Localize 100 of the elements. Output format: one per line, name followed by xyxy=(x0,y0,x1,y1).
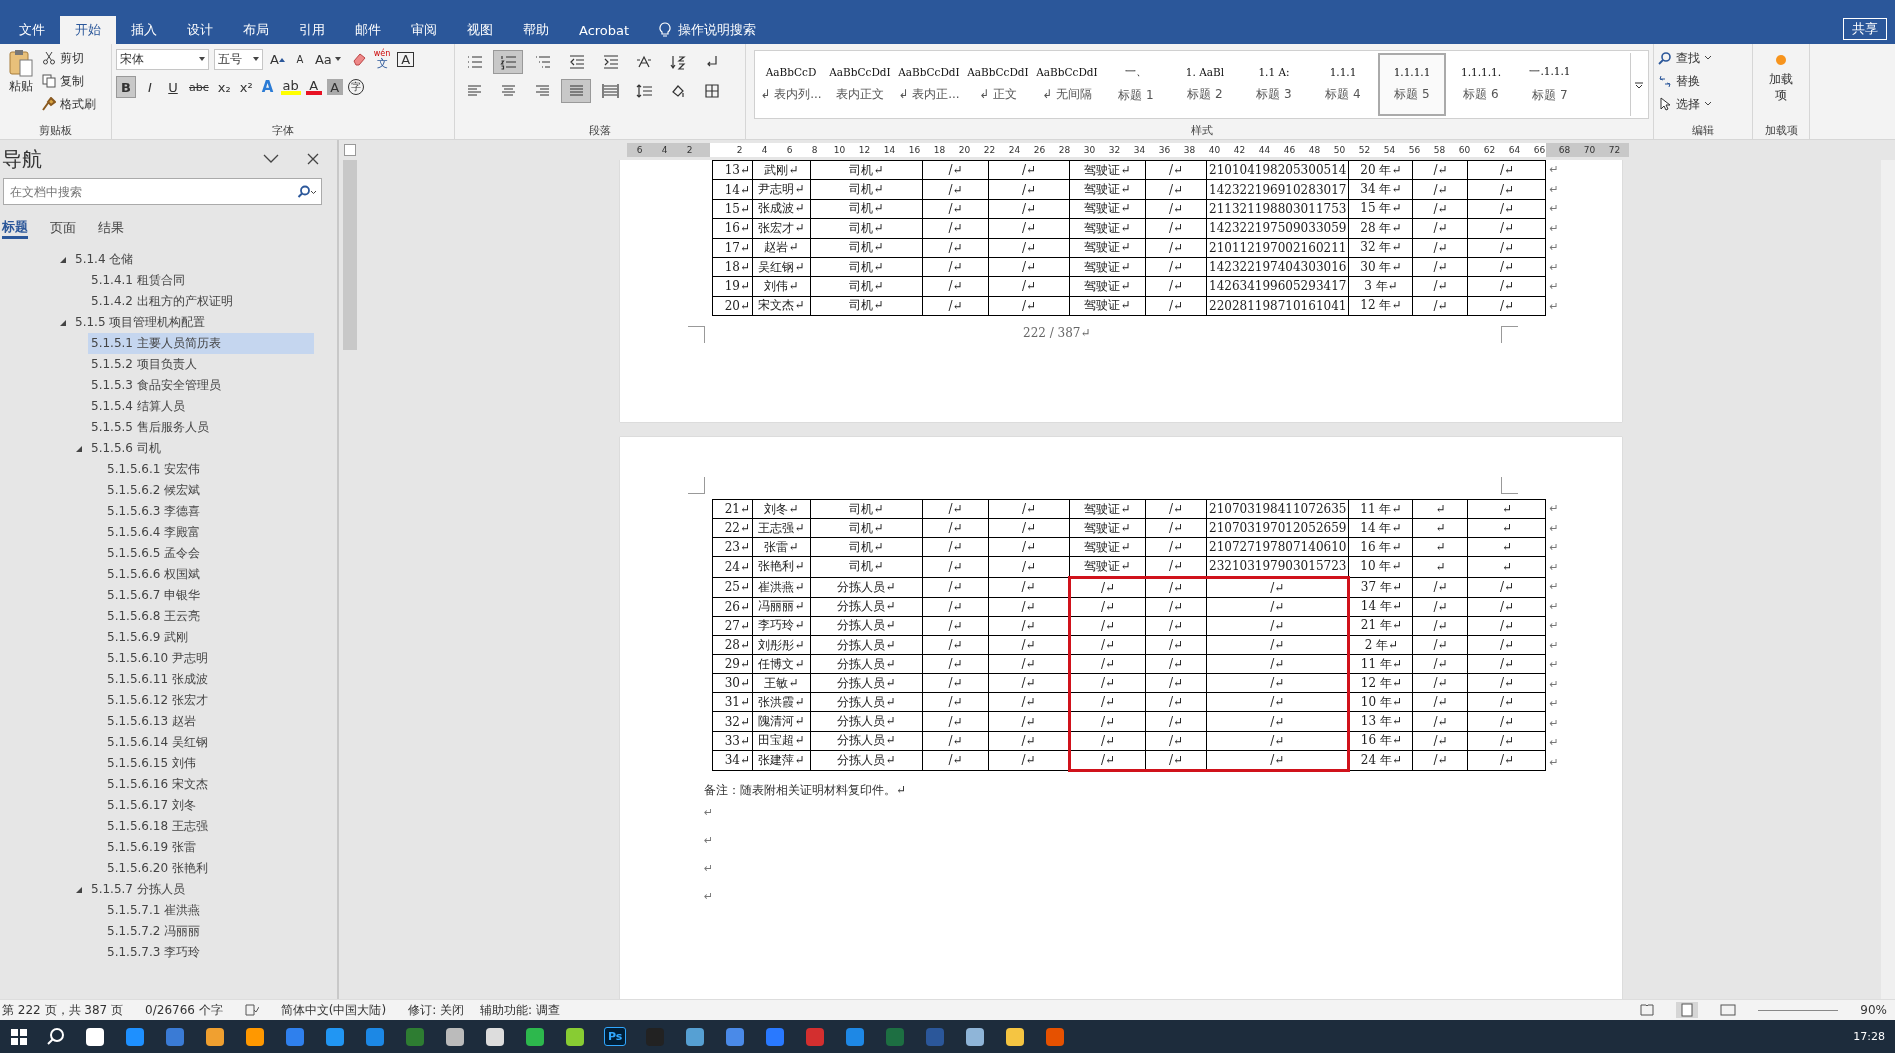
gallery-more-button[interactable] xyxy=(1630,53,1646,116)
heading-item[interactable]: 5.1.5.6.14 吴红钢 xyxy=(104,732,211,753)
heading-item[interactable]: 5.1.5.6.7 申银华 xyxy=(104,585,204,606)
ribbon-tab[interactable]: 邮件 xyxy=(340,16,396,44)
ribbon-tab[interactable]: Acrobat xyxy=(564,16,645,44)
app-tile-icon[interactable] xyxy=(644,1025,667,1048)
heading-item[interactable]: 5.1.5.4 结算人员 xyxy=(88,396,188,417)
style-item[interactable]: AaBbCcD ↲ 表内列... xyxy=(757,53,825,116)
app-tile-icon[interactable] xyxy=(484,1025,506,1048)
close-icon[interactable] xyxy=(307,153,319,165)
app-tile-icon[interactable] xyxy=(404,1025,426,1048)
heading-item[interactable]: 5.1.5.6.12 张宏才 xyxy=(104,690,211,711)
app-tile-icon[interactable] xyxy=(444,1025,466,1048)
heading-item[interactable]: 5.1.5.6.4 李殿富 xyxy=(104,522,204,543)
app-tile-icon[interactable] xyxy=(564,1025,586,1048)
word-count[interactable]: 0/26766 个字 xyxy=(145,1001,223,1019)
app-tile-icon[interactable] xyxy=(244,1025,266,1048)
character-shading-button[interactable]: A xyxy=(326,79,343,95)
app-tile-icon[interactable] xyxy=(204,1025,226,1048)
app-tile-icon[interactable] xyxy=(964,1025,987,1048)
highlight-button[interactable]: ab xyxy=(280,79,301,95)
format-button[interactable]: abc xyxy=(187,76,211,98)
heading-item[interactable]: 5.1.5.7 分拣人员 xyxy=(88,879,188,900)
style-item[interactable]: AaBbCcDdI ↲ 表内正... xyxy=(895,53,963,116)
style-item[interactable]: AaBbCcDdI ↲ 正文 xyxy=(964,53,1032,116)
read-mode-icon[interactable] xyxy=(1640,1004,1655,1016)
heading-item[interactable]: 5.1.5.6.13 赵岩 xyxy=(104,711,199,732)
ribbon-tab[interactable]: 引用 xyxy=(284,16,340,44)
chevron-down-icon[interactable] xyxy=(263,154,279,164)
pane-tab[interactable]: 标题 xyxy=(2,217,28,239)
format-painter-button[interactable]: 格式刷 xyxy=(42,94,96,114)
ribbon-tab[interactable]: 视图 xyxy=(452,16,508,44)
style-item[interactable]: 1.1 A: 标题 3 xyxy=(1240,53,1308,116)
heading-item[interactable]: 5.1.5.5 售后服务人员 xyxy=(88,417,212,438)
pane-tab[interactable]: 结果 xyxy=(98,217,124,239)
heading-item[interactable]: 5.1.5.6.16 宋文杰 xyxy=(104,774,211,795)
heading-item[interactable]: 5.1.5.7.3 李巧玲 xyxy=(104,942,204,963)
select-button[interactable]: 选择 xyxy=(1658,94,1748,114)
share-button[interactable]: 共享 xyxy=(1843,18,1887,40)
heading-item[interactable]: 5.1.5.6.8 王云亮 xyxy=(104,606,204,627)
heading-item[interactable]: 5.1.5.6 司机 xyxy=(88,438,164,459)
track-changes-status[interactable]: 修订: 关闭 xyxy=(408,1001,464,1019)
app-tile-icon[interactable] xyxy=(684,1025,707,1048)
ribbon-tab[interactable]: 文件 xyxy=(4,16,60,44)
heading-item[interactable]: 5.1.4 仓储 xyxy=(72,249,137,270)
style-item[interactable]: AaBbCcDdI 表内正文 xyxy=(826,53,894,116)
format-button[interactable]: U xyxy=(164,76,182,98)
app-tile-icon[interactable] xyxy=(1044,1025,1067,1048)
heading-item[interactable]: 5.1.5.6.17 刘冬 xyxy=(104,795,199,816)
app-tile-icon[interactable] xyxy=(764,1025,787,1048)
app-tile-icon[interactable] xyxy=(364,1025,386,1048)
style-item[interactable]: 1.1.1.1. 标题 6 xyxy=(1447,53,1515,116)
replace-button[interactable]: 替换 xyxy=(1658,71,1748,91)
app-tile-icon[interactable] xyxy=(924,1025,947,1048)
heading-item[interactable]: 5.1.5.7.1 崔洪燕 xyxy=(104,900,204,921)
format-button[interactable]: x₂ xyxy=(215,76,233,98)
style-item[interactable]: 一、 标题 1 xyxy=(1102,53,1170,116)
search-input[interactable]: 在文档中搜索 xyxy=(8,183,297,200)
copy-button[interactable]: 复制 xyxy=(42,71,96,91)
style-item[interactable]: 1.1.1.1 标题 5 xyxy=(1378,53,1446,116)
font-size-dropdown[interactable]: 五号 xyxy=(214,48,263,70)
heading-item[interactable]: 5.1.5.6.6 权国斌 xyxy=(104,564,204,585)
language-indicator[interactable]: 简体中文(中国大陆) xyxy=(280,1001,387,1019)
heading-item[interactable]: 5.1.5.6.10 尹志明 xyxy=(104,648,211,669)
heading-item[interactable]: 5.1.4.1 租赁合同 xyxy=(88,270,188,291)
paste-button[interactable]: 粘贴 xyxy=(4,48,38,123)
app-tile-icon[interactable] xyxy=(84,1025,106,1048)
ribbon-tab[interactable]: 设计 xyxy=(172,16,228,44)
style-item[interactable]: 一.1.1.1 标题 7 xyxy=(1516,53,1584,116)
heading-item[interactable]: 5.1.5.6.5 孟令会 xyxy=(104,543,204,564)
style-item[interactable]: 1.1.1 标题 4 xyxy=(1309,53,1377,116)
heading-item[interactable]: 5.1.5.6.20 张艳利 xyxy=(104,858,211,879)
app-tile-icon[interactable] xyxy=(124,1025,146,1048)
heading-item[interactable]: 5.1.5.2 项目负责人 xyxy=(88,354,200,375)
heading-item[interactable]: 5.1.5.6.9 武刚 xyxy=(104,627,192,648)
pane-tab[interactable]: 页面 xyxy=(50,217,76,239)
text-effects-button[interactable]: A xyxy=(259,76,276,98)
search-icon[interactable] xyxy=(297,184,317,199)
find-button[interactable]: 查找 xyxy=(1658,48,1748,68)
book-check-icon[interactable] xyxy=(244,1004,259,1016)
ribbon-tab[interactable]: 插入 xyxy=(116,16,172,44)
ribbon-tab[interactable]: 帮助 xyxy=(508,16,564,44)
format-button[interactable]: I xyxy=(141,76,159,98)
heading-item[interactable]: 5.1.5.7.2 冯丽丽 xyxy=(104,921,204,942)
heading-item[interactable]: 5.1.5.6.2 候宏斌 xyxy=(104,480,204,501)
add-ins-button[interactable]: 加载项 xyxy=(1768,48,1794,123)
page-count[interactable]: 第 222 页，共 387 页 xyxy=(2,1001,124,1019)
print-layout-icon[interactable] xyxy=(1676,1002,1699,1018)
app-icon[interactable]: Ps xyxy=(604,1027,627,1046)
heading-item[interactable]: 5.1.5.3 食品安全管理员 xyxy=(88,375,224,396)
font-color-button[interactable]: A xyxy=(305,79,322,95)
style-item[interactable]: 1. AaBl 标题 2 xyxy=(1171,53,1239,116)
app-tile-icon[interactable] xyxy=(724,1025,747,1048)
style-item[interactable]: AaBbCcDdI ↲ 无间隔 xyxy=(1033,53,1101,116)
app-tile-icon[interactable] xyxy=(884,1025,907,1048)
zoom-level[interactable]: 90% xyxy=(1860,1003,1887,1017)
grow-font-button[interactable]: A xyxy=(268,48,287,70)
shrink-font-button[interactable]: A xyxy=(291,48,308,70)
heading-item[interactable]: 5.1.5.6.1 安宏伟 xyxy=(104,459,204,480)
heading-item[interactable]: 5.1.5 项目管理机构配置 xyxy=(72,312,209,333)
